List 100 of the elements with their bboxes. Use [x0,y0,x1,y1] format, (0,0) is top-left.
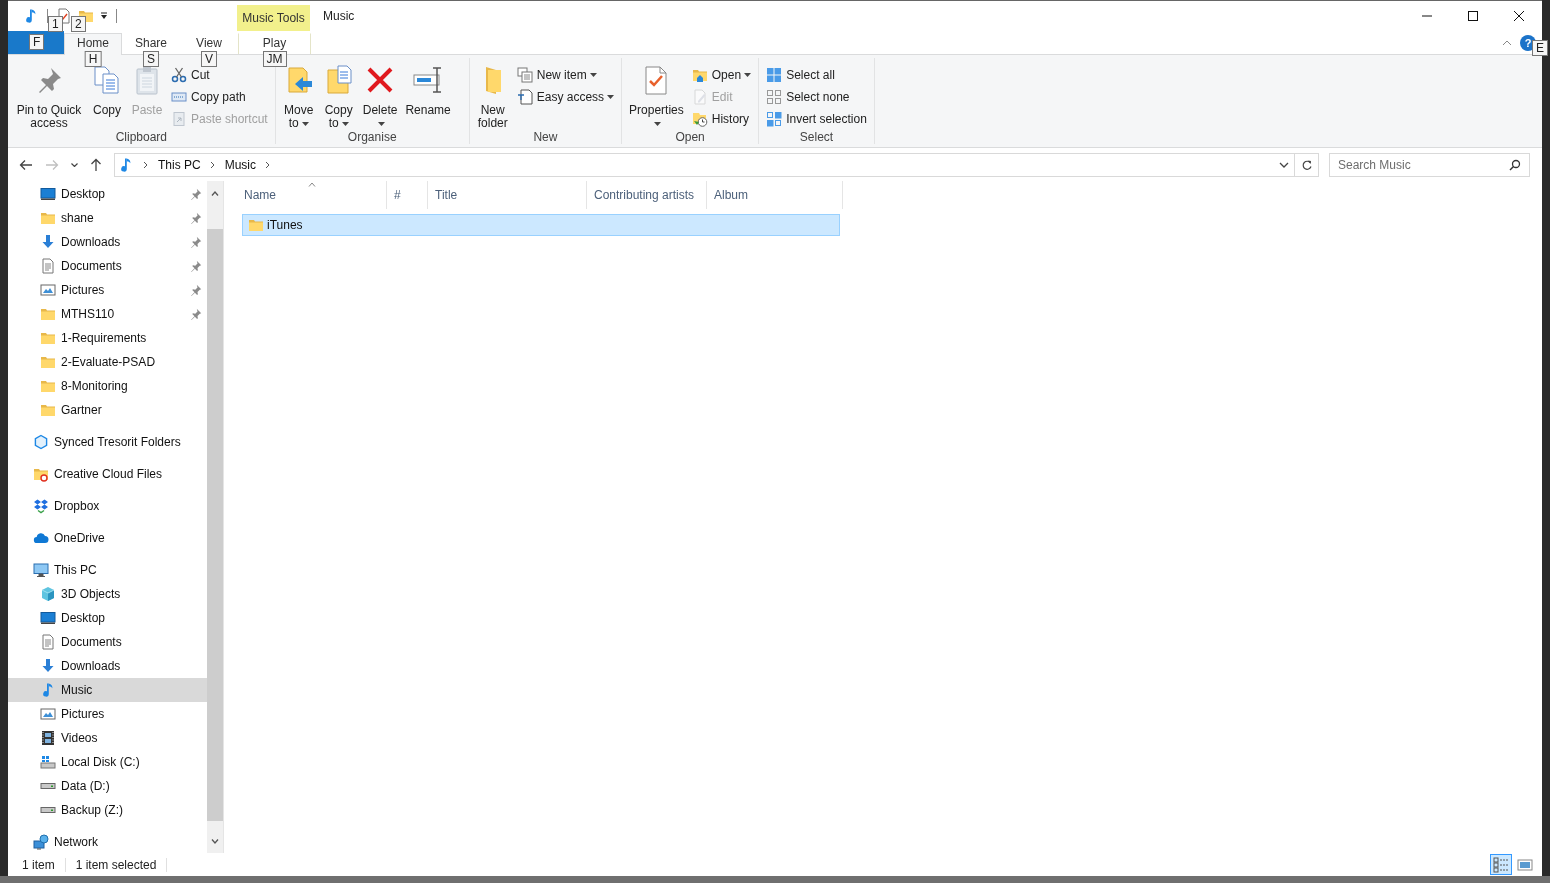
ribbon-button[interactable]: Copy to [319,60,358,130]
group-label: Clipboard [114,130,169,144]
dropbox-icon [33,498,49,514]
nav-item[interactable]: Desktop [8,606,207,630]
nav-item[interactable]: Creative Cloud Files [8,462,207,486]
ribbon-button[interactable]: Select all [763,64,870,86]
folder-icon [40,378,56,394]
ribbon-button[interactable]: Copy path [168,86,271,108]
ribbon-button[interactable]: Cut [168,64,271,86]
ribbon-button[interactable]: New folder [473,60,512,130]
column-header[interactable]: # [387,181,427,209]
drive-icon [40,783,56,789]
drive-icon [40,807,56,813]
ribbon-tab[interactable]: Home [64,33,122,55]
folder-icon [40,402,56,418]
ribbon-button[interactable]: Pin to Quick access [12,60,86,130]
chevron-right-icon [209,160,216,169]
cloud-icon [33,530,49,546]
chevron-right-icon [265,160,272,169]
context-tab-header: Music Tools [237,5,310,31]
nav-item[interactable]: Videos [8,726,207,750]
chevron-up-icon [1502,39,1512,46]
file-row[interactable]: iTunes [242,214,840,236]
nav-item[interactable]: Desktop [8,182,207,206]
breadcrumb[interactable]: This PC [158,157,201,172]
nav-item[interactable]: Documents [8,630,207,654]
nav-item[interactable]: Backup (Z:) [8,798,207,822]
picture-icon [40,706,56,722]
ribbon-button[interactable]: Rename [402,60,454,130]
document-icon [40,634,56,650]
nav-item[interactable]: Dropbox [8,494,207,518]
column-header[interactable]: Name [237,181,386,209]
column-header[interactable]: Album [707,181,842,209]
ribbon-tab[interactable]: Play [238,33,311,54]
clock-icon [691,111,708,127]
ribbon-button[interactable]: Easy access [513,86,618,108]
scissors-icon [171,67,187,83]
nav-item[interactable]: 1-Requirements [8,326,207,350]
nav-item[interactable]: shane [8,206,207,230]
nav-item[interactable]: 2-Evaluate-PSAD [8,350,207,374]
ribbon-button[interactable]: History [688,108,755,130]
nav-item[interactable]: OneDrive [8,526,207,550]
column-header[interactable]: Title [428,181,586,209]
ribbon-button[interactable]: Select none [763,86,870,108]
refresh-icon [1300,158,1313,171]
nav-item[interactable]: Pictures [8,278,207,302]
group-label: New [532,130,559,144]
nav-item[interactable]: Music [8,678,207,702]
breadcrumb[interactable]: Music [224,157,257,172]
ribbon-button[interactable]: Invert selection [763,108,870,130]
nav-item[interactable]: Downloads [8,230,207,254]
ribbon-button[interactable]: Open [688,64,755,86]
down-arrow-icon [40,658,56,674]
document-icon [516,89,533,105]
ribbon-button[interactable]: New item [513,64,618,86]
refresh-button[interactable] [1295,152,1319,177]
status-text: 1 item [22,857,55,872]
details-view-button[interactable] [1490,854,1512,875]
nav-item[interactable]: This PC [8,558,207,582]
grid-icon [766,89,783,105]
column-header[interactable]: Contributing artists [587,181,706,209]
keytip-tooltip: F [29,34,45,50]
computer-icon [33,562,49,578]
nav-item[interactable]: Documents [8,254,207,278]
keytip-tooltip: S [143,51,159,67]
documents-icon [516,67,533,83]
scrollbar[interactable] [207,181,224,853]
status-text: 1 item selected [75,857,157,872]
grid-icon [766,67,783,83]
nav-item[interactable]: Local Disk (C:) [8,750,207,774]
up-arrow-icon [88,156,104,173]
keytip-tooltip: 2 [71,16,86,32]
nav-item[interactable]: Downloads [8,654,207,678]
ribbon-button[interactable]: Properties [626,60,687,130]
nav-item[interactable]: Data (D:) [8,774,207,798]
list-icon [1493,856,1509,873]
picture-icon [40,282,56,298]
collapse-ribbon-button[interactable] [1502,39,1512,46]
nav-item[interactable]: Pictures [8,702,207,726]
keytip-tooltip: 1 [48,16,63,32]
folder-icon [691,67,708,83]
folder-icon [33,466,49,482]
nav-item[interactable]: 3D Objects [8,582,207,606]
file-tab[interactable]: F [8,31,64,54]
ribbon-button[interactable]: Delete [359,60,401,130]
address-bar[interactable]: This PC Music [114,152,1295,177]
file-name: iTunes [267,218,303,232]
search-field[interactable]: Search Music [1329,152,1530,177]
customize-toolbar-button[interactable] [100,12,108,20]
hexagon-icon [33,434,49,450]
film-icon [40,730,56,746]
group-label: Organise [346,130,398,144]
folder-icon [40,354,56,370]
nav-item[interactable]: Network [8,830,207,853]
nav-item[interactable]: Synced Tresorit Folders [8,430,207,454]
chevron-down-icon [70,162,78,167]
nav-item[interactable]: MTHS110 [8,302,207,326]
nav-item[interactable]: 8-Monitoring [8,374,207,398]
scroll-down-icon [211,838,219,844]
nav-item[interactable]: Gartner [8,398,207,422]
